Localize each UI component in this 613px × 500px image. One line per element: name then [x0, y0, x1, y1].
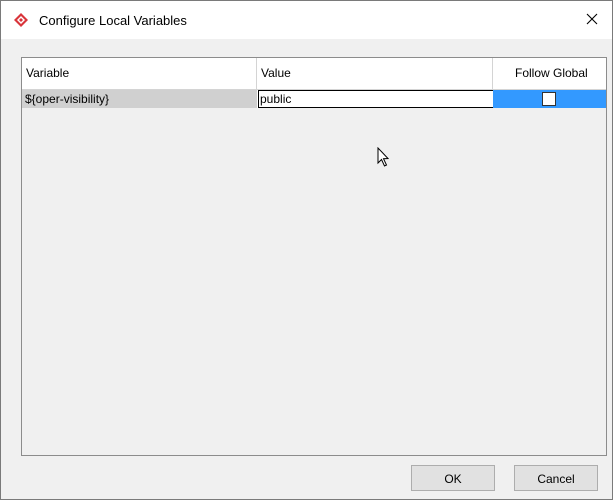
column-header-value[interactable]: Value	[257, 58, 493, 89]
column-header-follow-global[interactable]: Follow Global	[493, 58, 606, 89]
title-bar[interactable]: Configure Local Variables	[1, 1, 612, 39]
table-row[interactable]: ${oper-visibility}	[22, 90, 606, 108]
mouse-pointer-icon	[377, 146, 391, 169]
variables-table: Variable Value Follow Global ${oper-visi…	[21, 57, 607, 456]
cancel-button[interactable]: Cancel	[514, 465, 598, 491]
column-header-variable[interactable]: Variable	[22, 58, 257, 89]
value-input[interactable]	[258, 90, 494, 108]
close-icon	[586, 13, 598, 28]
ok-button[interactable]: OK	[411, 465, 495, 491]
variable-cell[interactable]: ${oper-visibility}	[22, 90, 257, 108]
follow-global-checkbox[interactable]	[542, 92, 556, 106]
close-button[interactable]	[572, 1, 612, 39]
table-header: Variable Value Follow Global	[22, 58, 606, 90]
visual-paradigm-logo-icon	[13, 12, 29, 28]
dialog-window: Configure Local Variables Variable Value…	[0, 0, 613, 500]
window-title: Configure Local Variables	[39, 13, 187, 28]
follow-global-cell[interactable]	[493, 90, 606, 108]
value-cell[interactable]	[257, 90, 494, 108]
